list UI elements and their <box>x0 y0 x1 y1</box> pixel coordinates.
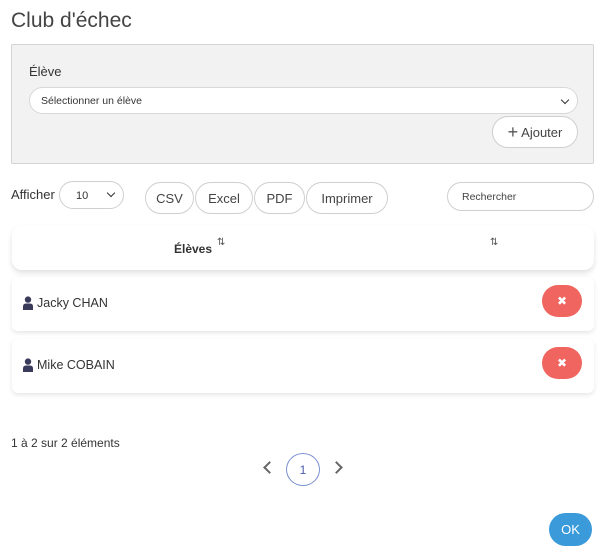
page-1-button[interactable]: 1 <box>286 453 320 486</box>
ok-button[interactable]: OK <box>549 513 592 546</box>
chevron-right-icon <box>330 461 343 474</box>
chevron-down-icon <box>560 95 570 105</box>
student-select-value: Sélectionner un élève <box>41 95 142 107</box>
page-length-value: 10 <box>76 190 89 202</box>
student-select[interactable]: Sélectionner un élève <box>29 87 578 114</box>
page-title: Club d'échec <box>11 9 132 32</box>
excel-button[interactable]: Excel <box>195 182 253 214</box>
column-header-eleves[interactable]: Élèves <box>174 242 212 256</box>
student-label: Élève <box>29 64 62 79</box>
chevron-left-icon <box>263 461 276 474</box>
table-header: Élèves ⇅ ⇅ <box>12 226 594 270</box>
search-input[interactable] <box>447 182 594 211</box>
student-picker-panel: Élève Sélectionner un élève + Ajouter <box>11 44 594 164</box>
user-icon <box>23 296 33 310</box>
sort-icon[interactable]: ⇅ <box>490 237 498 248</box>
times-icon: ✖ <box>556 356 568 370</box>
add-student-label: Ajouter <box>521 124 563 140</box>
previous-page-button[interactable] <box>261 458 276 478</box>
page-length-select[interactable]: 10 <box>59 181 124 209</box>
pdf-button[interactable]: PDF <box>254 182 305 214</box>
print-button[interactable]: Imprimer <box>306 182 388 214</box>
next-page-button[interactable] <box>330 458 346 478</box>
delete-button[interactable]: ✖ <box>542 347 582 379</box>
chevron-down-icon <box>106 188 116 198</box>
table-row: Mike COBAIN ✖ <box>12 339 594 393</box>
table-row: Jacky CHAN ✖ <box>12 277 594 331</box>
user-icon <box>23 358 33 372</box>
delete-button[interactable]: ✖ <box>542 285 582 317</box>
times-icon: ✖ <box>556 294 568 308</box>
student-name: Jacky CHAN <box>37 296 108 310</box>
table-info: 1 à 2 sur 2 éléments <box>11 436 120 450</box>
sort-icon[interactable]: ⇅ <box>217 237 225 248</box>
add-student-button[interactable]: + Ajouter <box>492 116 578 148</box>
show-entries-label: Afficher <box>11 187 55 202</box>
csv-button[interactable]: CSV <box>145 182 194 214</box>
student-name: Mike COBAIN <box>37 358 115 372</box>
plus-icon: + <box>507 121 519 142</box>
